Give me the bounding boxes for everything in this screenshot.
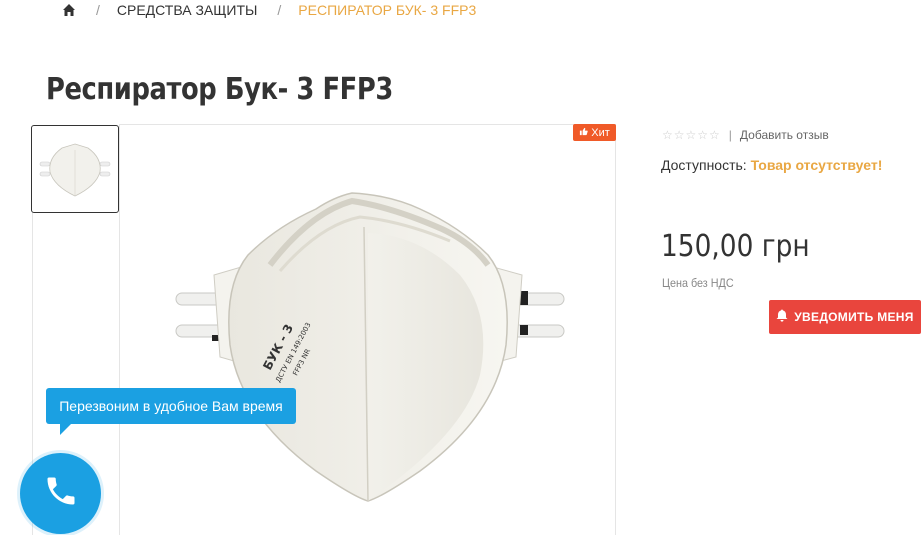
price-note: Цена без НДС (662, 276, 734, 290)
hit-badge: Хит (573, 124, 616, 141)
page-title: Респиратор Бук- 3 FFP3 (46, 72, 393, 107)
notify-me-label: УВЕДОМИТЬ МЕНЯ (794, 310, 914, 324)
add-review-link[interactable]: Добавить отзыв (740, 128, 829, 142)
notify-me-button[interactable]: УВЕДОМИТЬ МЕНЯ (769, 300, 921, 334)
breadcrumb: / СРЕДСТВА ЗАЩИТЫ / РЕСПИРАТОР БУК- 3 FF… (62, 0, 476, 20)
callback-tooltip[interactable]: Перезвоним в удобное Вам время (46, 388, 296, 424)
hit-badge-label: Хит (591, 126, 610, 139)
bell-icon (776, 309, 788, 325)
phone-icon (43, 473, 79, 514)
availability: Доступность: Товар отсутствует! (661, 157, 882, 173)
callback-tooltip-tail (60, 423, 72, 435)
rating-stars: ☆☆☆☆☆ (662, 128, 721, 142)
product-price: 150,00 грн (661, 229, 810, 264)
home-icon[interactable] (62, 3, 76, 17)
rating-separator: | (728, 128, 732, 142)
rating-row: ☆☆☆☆☆ | Добавить отзыв (662, 128, 829, 142)
breadcrumb-separator: / (277, 2, 282, 18)
availability-status: Товар отсутствует! (750, 157, 883, 173)
thumbs-up-icon (579, 127, 588, 139)
product-thumbnail[interactable] (31, 125, 119, 213)
callback-phone-button[interactable] (20, 453, 101, 534)
availability-label: Доступность: (661, 157, 747, 173)
product-main-image[interactable]: БУК - 3 ДСТУ EN 149:2003 FFP3 NR (119, 124, 616, 535)
breadcrumb-current: РЕСПИРАТОР БУК- 3 FFP3 (298, 2, 477, 18)
breadcrumb-category-link[interactable]: СРЕДСТВА ЗАЩИТЫ (117, 2, 258, 18)
breadcrumb-separator: / (96, 2, 100, 18)
